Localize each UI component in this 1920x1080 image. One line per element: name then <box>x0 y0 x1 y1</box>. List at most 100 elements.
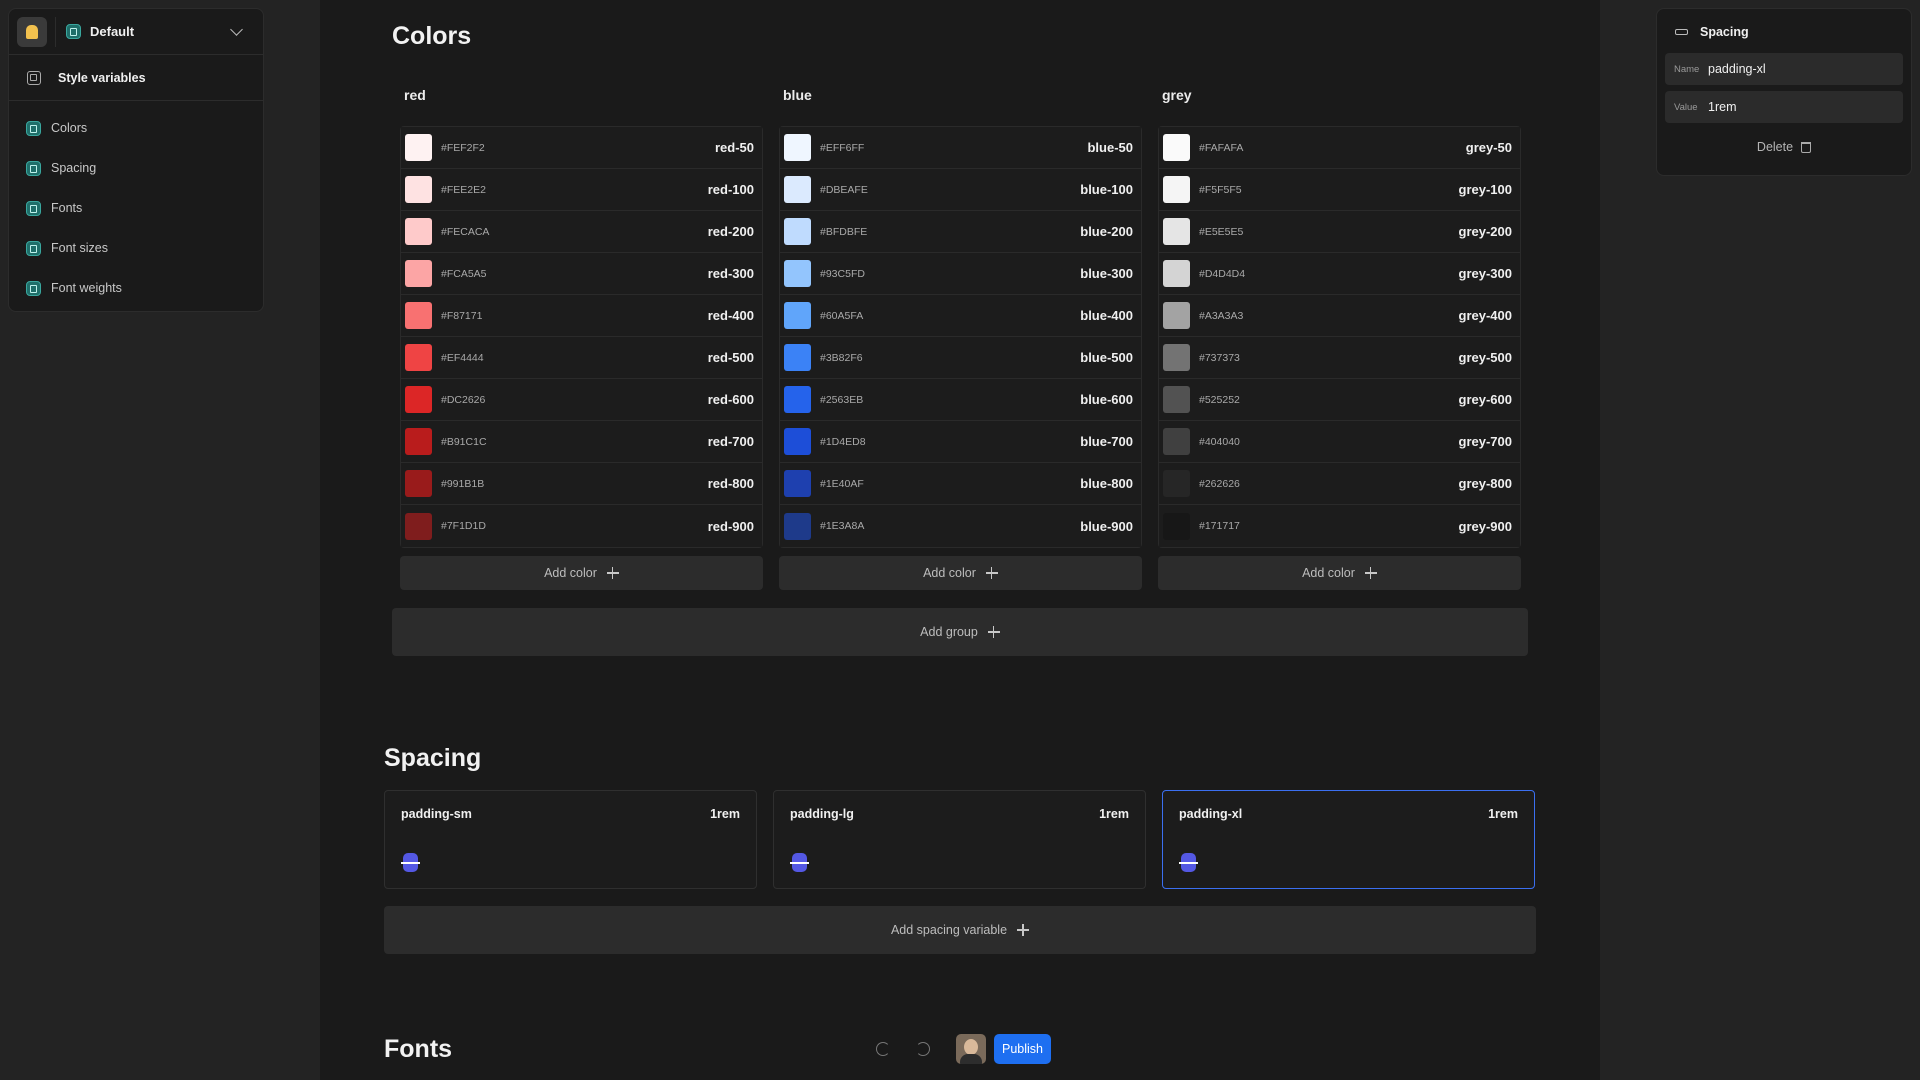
variables-canvas: Colors red #FEF2F2 red-50 #FEE2E2 red-100 #F… <box>320 0 1600 1080</box>
color-token-name: grey-300 <box>1458 266 1512 281</box>
color-hex: #FEF2F2 <box>441 141 485 154</box>
color-hex: #B91C1C <box>441 435 487 448</box>
color-swatch-row[interactable]: #3B82F6 blue-500 <box>780 337 1141 379</box>
color-swatch-row[interactable]: #525252 grey-600 <box>1159 379 1520 421</box>
spacing-card-padding-sm[interactable]: padding-sm 1rem <box>384 790 757 889</box>
color-swatch-row[interactable]: #F87171 red-400 <box>401 295 762 337</box>
sidebar-header-label: Style variables <box>58 70 146 85</box>
plus-icon <box>985 567 998 579</box>
color-swatch-row[interactable]: #262626 grey-800 <box>1159 463 1520 505</box>
color-swatch-row[interactable]: #7F1D1D red-900 <box>401 505 762 547</box>
color-swatch-row[interactable]: #171717 grey-900 <box>1159 505 1520 547</box>
user-avatar[interactable] <box>956 1034 986 1064</box>
color-chip <box>1163 386 1190 413</box>
color-token-name: blue-200 <box>1080 224 1133 239</box>
project-avatar-icon[interactable] <box>17 16 47 47</box>
color-swatch-row[interactable]: #BFDBFE blue-200 <box>780 211 1141 253</box>
color-swatch-row[interactable]: #404040 grey-700 <box>1159 421 1520 463</box>
color-swatch-row[interactable]: #1E3A8A blue-900 <box>780 505 1141 547</box>
color-chip <box>1163 470 1190 497</box>
color-token-name: grey-50 <box>1465 140 1512 155</box>
delete-button[interactable]: Delete <box>1665 133 1903 161</box>
add-color-button[interactable]: Add color <box>1158 556 1521 590</box>
color-swatch-row[interactable]: #1D4ED8 blue-700 <box>780 421 1141 463</box>
color-chip <box>784 176 811 203</box>
color-group-blue: blue #EFF6FF blue-50 #DBEAFE blue-100 #BFDBF… <box>779 86 1142 590</box>
add-color-button[interactable]: Add color <box>779 556 1142 590</box>
plus-icon <box>606 567 619 579</box>
color-swatch-row[interactable]: #FCA5A5 red-300 <box>401 253 762 295</box>
sidebar-item-font-sizes[interactable]: Font sizes <box>9 228 263 268</box>
color-swatch-row[interactable]: #A3A3A3 grey-400 <box>1159 295 1520 337</box>
color-swatch-row[interactable]: #991B1B red-800 <box>401 463 762 505</box>
color-swatch-row[interactable]: #DC2626 red-600 <box>401 379 762 421</box>
color-swatch-row[interactable]: #D4D4D4 grey-300 <box>1159 253 1520 295</box>
style-variables-sidebar: Default Style variables Colors Spacing F… <box>8 8 264 312</box>
name-field-value[interactable]: padding-xl <box>1708 62 1766 76</box>
bottom-toolbar: Publish <box>876 1033 1051 1065</box>
color-swatch-row[interactable]: #737373 grey-500 <box>1159 337 1520 379</box>
color-chip <box>1163 260 1190 287</box>
color-chip <box>784 218 811 245</box>
add-spacing-variable-button[interactable]: Add spacing variable <box>384 906 1536 954</box>
spacing-card-value: 1rem <box>1488 807 1518 821</box>
value-field-value[interactable]: 1rem <box>1708 100 1736 114</box>
color-token-name: blue-900 <box>1080 518 1133 534</box>
color-swatch-row[interactable]: #FECACA red-200 <box>401 211 762 253</box>
color-swatch-row[interactable]: #FEE2E2 red-100 <box>401 169 762 211</box>
color-chip <box>405 386 432 413</box>
color-swatch-row[interactable]: #1E40AF blue-800 <box>780 463 1141 505</box>
color-hex: #1E40AF <box>820 477 864 490</box>
spacing-card-padding-lg[interactable]: padding-lg 1rem <box>773 790 1146 889</box>
color-hex: #60A5FA <box>820 309 864 322</box>
sidebar-item-spacing[interactable]: Spacing <box>9 148 263 188</box>
variable-icon <box>26 280 41 296</box>
sidebar-item-label: Spacing <box>51 161 97 175</box>
color-group-name: blue <box>783 87 812 103</box>
color-swatch-row[interactable]: #EFF6FF blue-50 <box>780 127 1141 169</box>
color-swatch-row[interactable]: #DBEAFE blue-100 <box>780 169 1141 211</box>
chevron-down-icon <box>230 23 243 36</box>
spacing-card-padding-xl[interactable]: padding-xl 1rem <box>1162 790 1535 889</box>
sidebar-item-font-weights[interactable]: Font weights <box>9 268 263 308</box>
redo-icon[interactable] <box>916 1042 930 1056</box>
undo-icon[interactable] <box>876 1042 890 1056</box>
color-token-name: blue-50 <box>1087 140 1133 155</box>
color-chip <box>1163 512 1190 540</box>
add-color-button[interactable]: Add color <box>400 556 763 590</box>
color-swatch-row[interactable]: #93C5FD blue-300 <box>780 253 1141 295</box>
colors-section-title: Colors <box>392 22 472 50</box>
add-group-button[interactable]: Add group <box>392 608 1528 656</box>
color-hex: #1D4ED8 <box>820 435 866 448</box>
color-swatch-row[interactable]: #E5E5E5 grey-200 <box>1159 211 1520 253</box>
delete-label: Delete <box>1756 140 1794 154</box>
color-hex: #7F1D1D <box>441 520 486 532</box>
color-swatch-row[interactable]: #F5F5F5 grey-100 <box>1159 169 1520 211</box>
spacing-preview-icon <box>1179 853 1198 872</box>
color-hex: #EFF6FF <box>820 141 865 154</box>
name-field[interactable]: Name padding-xl <box>1665 53 1903 85</box>
sidebar-item-label: Font weights <box>51 281 122 295</box>
color-swatch-row[interactable]: #B91C1C red-700 <box>401 421 762 463</box>
project-select[interactable]: Default <box>55 16 255 47</box>
color-swatch-row[interactable]: #FEF2F2 red-50 <box>401 127 762 169</box>
trash-icon <box>1801 141 1812 153</box>
color-swatch-row[interactable]: #FAFAFA grey-50 <box>1159 127 1520 169</box>
color-chip <box>405 134 432 161</box>
color-swatch-row[interactable]: #EF4444 red-500 <box>401 337 762 379</box>
add-color-label: Add color <box>923 566 976 580</box>
color-hex: #BFDBFE <box>820 225 868 238</box>
color-swatch-row[interactable]: #60A5FA blue-400 <box>780 295 1141 337</box>
value-field-label: Value <box>1674 101 1698 113</box>
sidebar-item-fonts[interactable]: Fonts <box>9 188 263 228</box>
project-switcher: Default <box>9 9 263 55</box>
color-swatch-row[interactable]: #2563EB blue-600 <box>780 379 1141 421</box>
publish-button[interactable]: Publish <box>994 1034 1051 1064</box>
color-hex: #FECACA <box>441 225 490 238</box>
spacing-icon <box>1675 29 1688 35</box>
value-field[interactable]: Value 1rem <box>1665 91 1903 123</box>
inspector-title: Spacing <box>1700 25 1749 39</box>
sidebar-item-colors[interactable]: Colors <box>9 108 263 148</box>
color-chip <box>784 386 811 413</box>
sidebar-item-label: Fonts <box>51 201 83 215</box>
